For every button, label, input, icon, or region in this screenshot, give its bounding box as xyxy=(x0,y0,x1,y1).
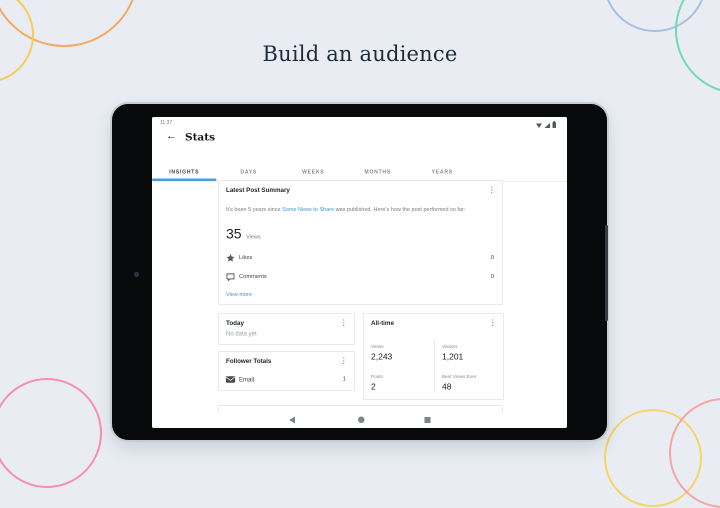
card-title: All-time xyxy=(371,320,394,327)
email-value: 1 xyxy=(343,376,346,382)
front-camera-dot xyxy=(134,272,139,277)
post-summary-text: It's been 5 years since Some News to Sha… xyxy=(226,206,493,214)
active-tab-underline xyxy=(152,179,217,182)
views-value: 35 xyxy=(226,226,242,242)
card-title: Follower Totals xyxy=(226,358,271,365)
decorative-circle-pink xyxy=(0,378,102,488)
today-empty-text: No data yet xyxy=(226,330,257,337)
nav-home-icon[interactable] xyxy=(358,417,365,424)
battery-icon xyxy=(553,122,557,128)
stat-value: 2,243 xyxy=(371,352,430,362)
tablet-screen: 11:37 ← Stats INSIGHTS DAYS WEEKS MONTHS… xyxy=(152,117,567,428)
signal-icon xyxy=(545,123,551,128)
email-icon xyxy=(225,375,236,384)
status-bar-icons xyxy=(536,122,556,129)
tab-years[interactable]: YEARS xyxy=(410,163,475,181)
email-followers-row[interactable]: Email 1 xyxy=(219,372,354,388)
more-options-icon[interactable]: ⋮ xyxy=(340,318,349,328)
stat-label: Visitors xyxy=(442,344,501,350)
all-time-best-views-stat: Best Views Ever 48 xyxy=(442,374,501,392)
tablet-side-button xyxy=(605,225,608,321)
follower-totals-card: Follower Totals ⋮ Email 1 xyxy=(218,351,355,391)
card-title: Today xyxy=(226,320,244,327)
likes-row[interactable]: Likes 0 xyxy=(219,249,502,267)
page-title: Build an audience xyxy=(0,42,720,66)
likes-label: Likes xyxy=(239,255,252,261)
app-title: Stats xyxy=(185,131,215,144)
views-stat: 35 Views xyxy=(226,226,261,242)
stat-value: 1,201 xyxy=(442,352,501,362)
today-card: Today ⋮ No data yet xyxy=(218,313,355,345)
star-icon xyxy=(225,253,236,263)
tab-weeks[interactable]: WEEKS xyxy=(281,163,346,181)
comment-icon xyxy=(225,272,236,282)
wifi-icon xyxy=(536,124,542,129)
nav-recents-icon[interactable] xyxy=(425,417,431,423)
summary-text-suffix: was published. Here's how the post perfo… xyxy=(334,207,465,213)
views-label: Views xyxy=(246,234,261,240)
view-more-link[interactable]: View more xyxy=(226,292,252,298)
email-label: Email xyxy=(239,376,254,383)
stat-value: 48 xyxy=(442,382,501,392)
summary-text-prefix: It's been 5 years since xyxy=(226,207,282,213)
all-time-card: All-time ⋮ Views 2,243 Visitors 1,201 Po… xyxy=(363,313,504,400)
android-nav-bar xyxy=(152,412,567,428)
back-button[interactable]: ← xyxy=(166,130,177,141)
vertical-divider xyxy=(434,340,435,393)
stat-label: Views xyxy=(371,344,430,350)
tablet-device-frame: 11:37 ← Stats INSIGHTS DAYS WEEKS MONTHS… xyxy=(112,104,607,440)
tab-months[interactable]: MONTHS xyxy=(346,163,411,181)
all-time-visitors-stat: Visitors 1,201 xyxy=(442,344,501,362)
status-bar-time: 11:37 xyxy=(160,120,172,126)
nav-back-icon[interactable] xyxy=(289,417,295,424)
more-options-icon[interactable]: ⋮ xyxy=(488,185,497,195)
stat-value: 2 xyxy=(371,382,430,392)
comments-label: Comments xyxy=(239,274,267,280)
more-options-icon[interactable]: ⋮ xyxy=(489,318,498,328)
latest-post-summary-card: Latest Post Summary ⋮ It's been 5 years … xyxy=(218,180,503,305)
likes-value: 0 xyxy=(491,255,494,261)
comments-value: 0 xyxy=(491,274,494,280)
stat-label: Best Views Ever xyxy=(442,374,501,380)
card-title: Latest Post Summary xyxy=(226,187,290,194)
more-options-icon[interactable]: ⋮ xyxy=(340,356,349,366)
post-link[interactable]: Some News to Share xyxy=(282,207,334,213)
stat-label: Posts xyxy=(371,374,430,380)
comments-row[interactable]: Comments 0 xyxy=(219,268,502,286)
all-time-posts-stat: Posts 2 xyxy=(371,374,430,392)
all-time-views-stat: Views 2,243 xyxy=(371,344,430,362)
tab-days[interactable]: DAYS xyxy=(217,163,282,181)
